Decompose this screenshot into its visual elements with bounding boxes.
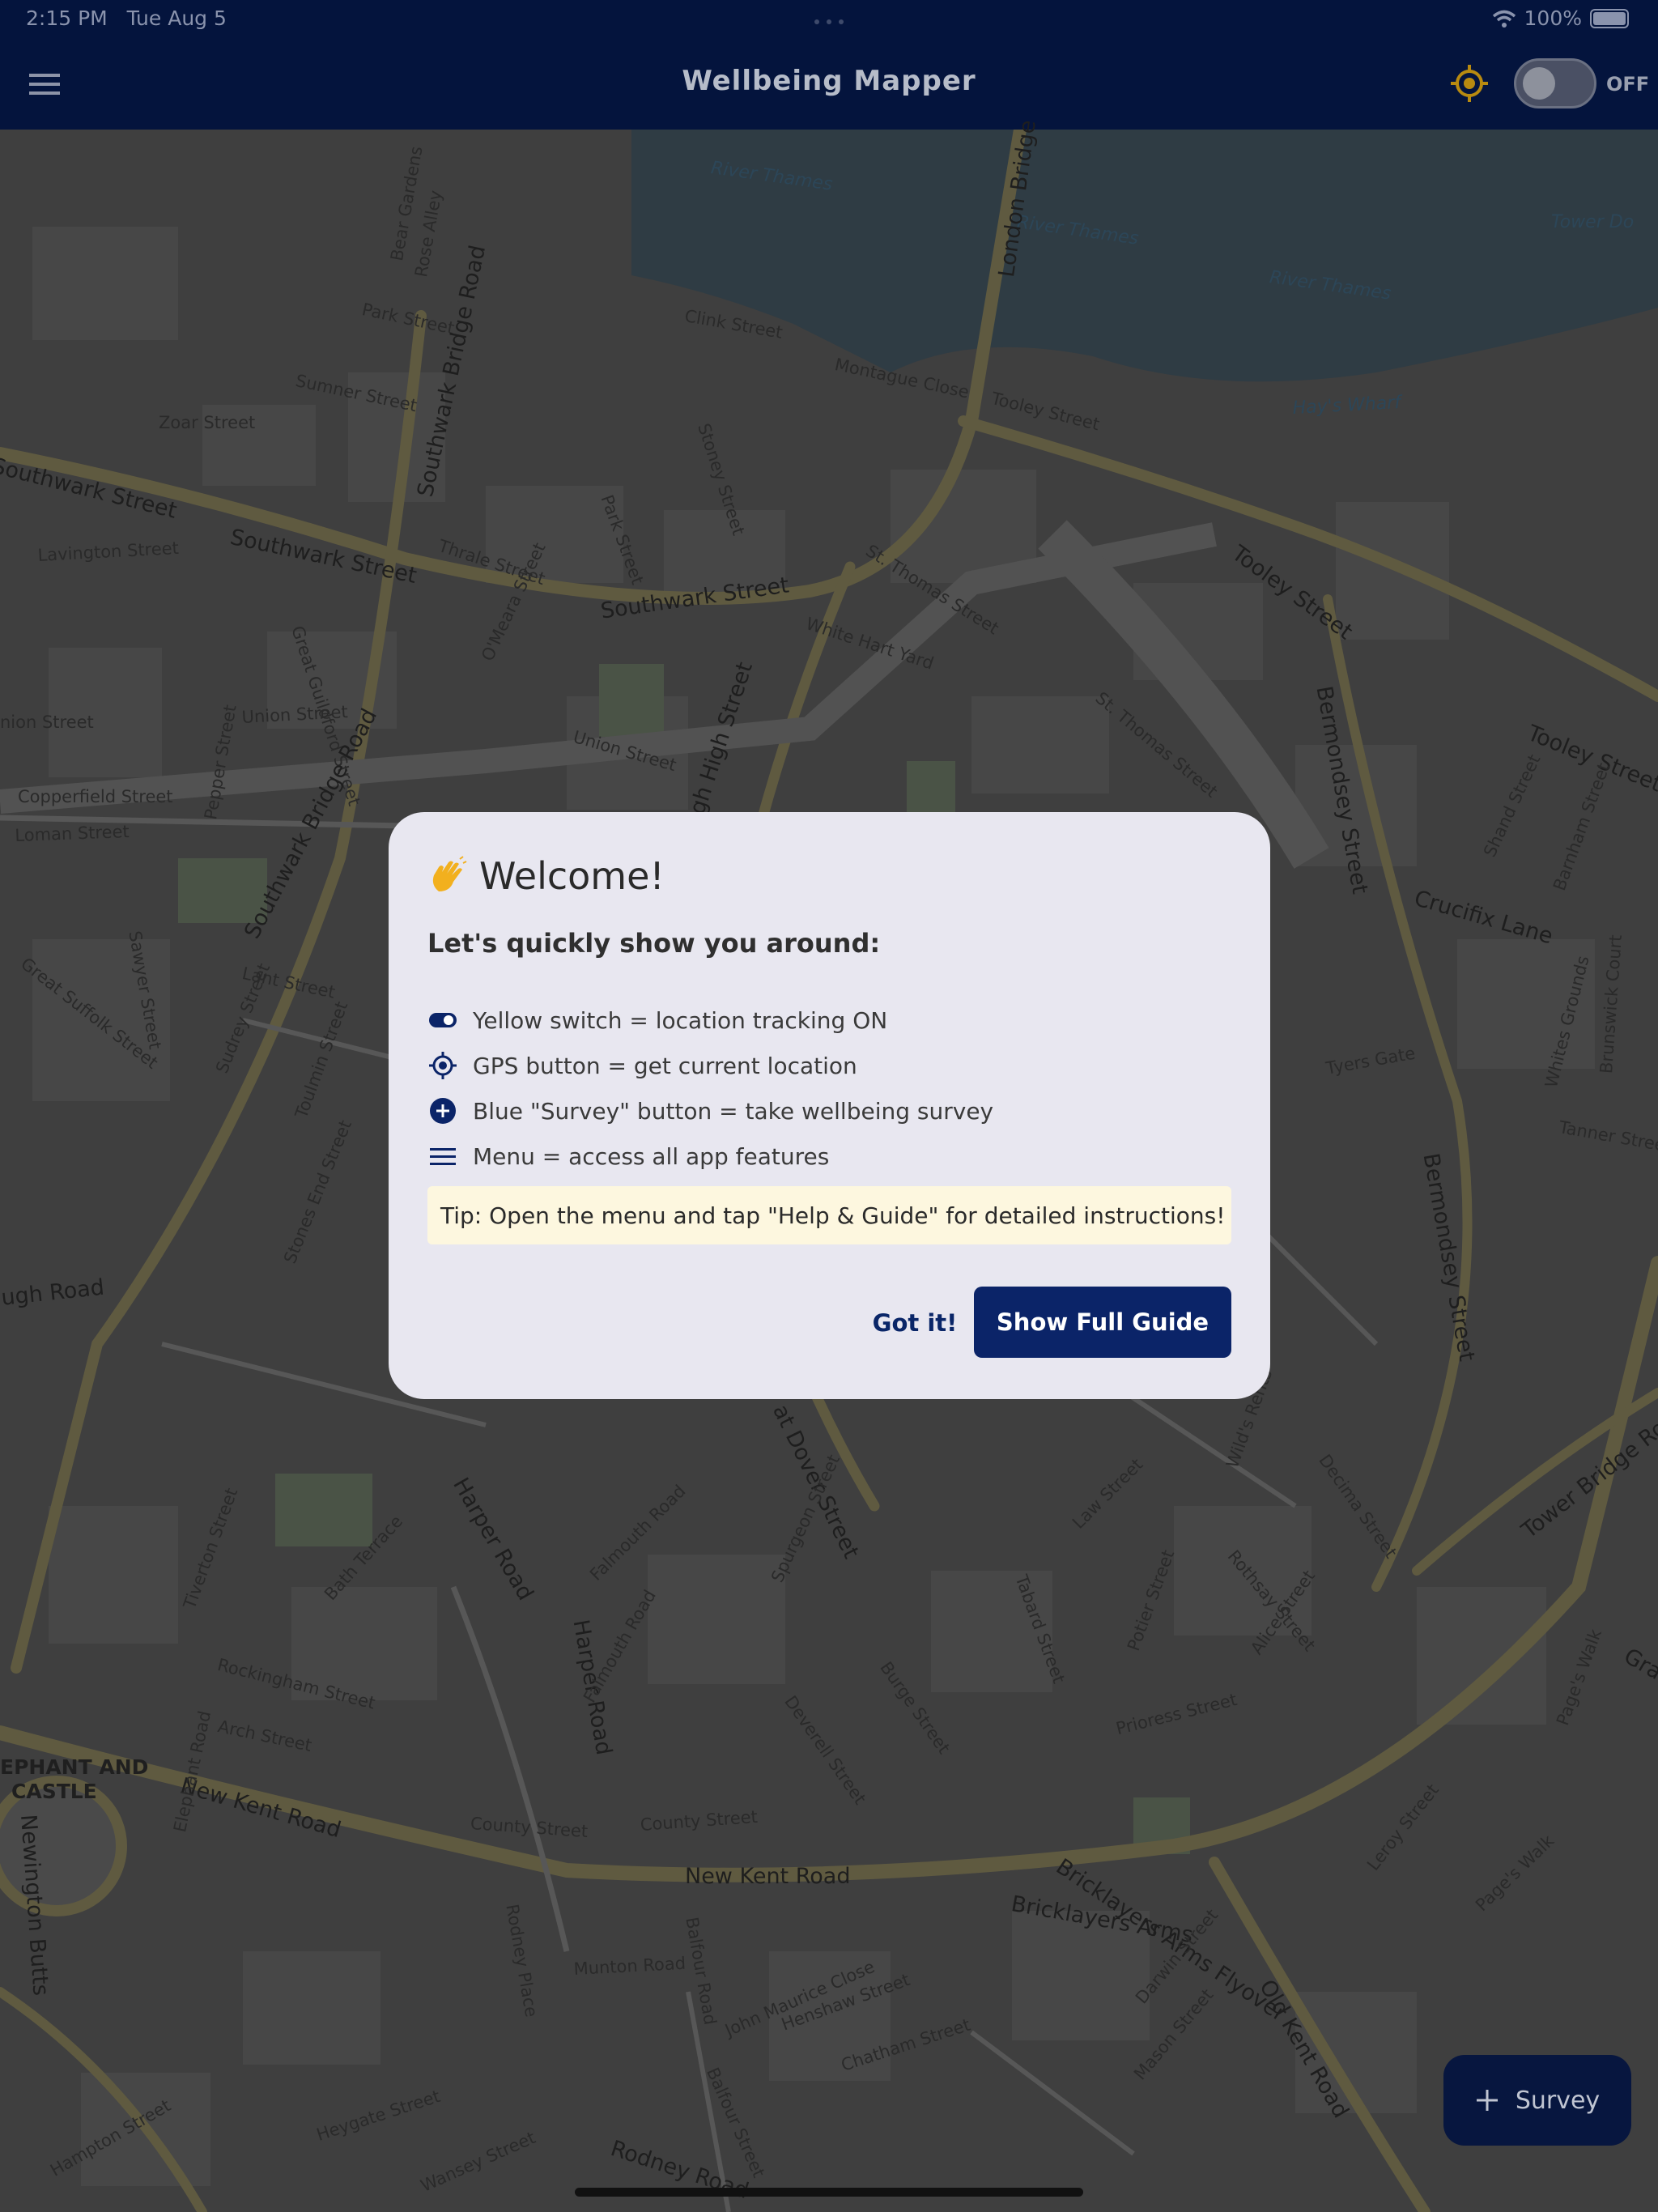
- gps-icon: [427, 1050, 458, 1081]
- tip-banner: Tip: Open the menu and tap "Help & Guide…: [427, 1186, 1231, 1244]
- battery-percent: 100%: [1524, 6, 1582, 30]
- guide-item-text: GPS button = get current location: [473, 1052, 857, 1079]
- map-street-label: CASTLE: [11, 1780, 97, 1803]
- guide-item-text: Yellow switch = location tracking ON: [473, 1006, 888, 1034]
- status-right: 100%: [1492, 6, 1629, 30]
- waving-hand-icon: [432, 856, 467, 891]
- show-full-guide-button[interactable]: Show Full Guide: [974, 1287, 1231, 1358]
- toggle-knob: [1523, 67, 1555, 100]
- guide-item-survey: Blue "Survey" button = take wellbeing su…: [427, 1095, 993, 1126]
- status-bar: 2:15 PM Tue Aug 5 100%: [0, 6, 1658, 39]
- guide-item-toggle: Yellow switch = location tracking ON: [427, 1005, 887, 1036]
- map-street-label: Tower Do: [1551, 212, 1635, 232]
- survey-button[interactable]: Survey: [1443, 2055, 1631, 2146]
- guide-item-text: Menu = access all app features: [473, 1142, 830, 1170]
- welcome-dialog: Welcome! Let's quickly show you around: …: [389, 812, 1270, 1399]
- map-street-label: EPHANT AND: [0, 1755, 149, 1779]
- home-indicator[interactable]: [575, 2188, 1083, 2197]
- guide-item-gps: GPS button = get current location: [427, 1050, 857, 1081]
- map-street-label: New Kent Road: [685, 1864, 851, 1889]
- survey-button-label: Survey: [1515, 2086, 1601, 2115]
- map-street-label: nion Street: [0, 713, 94, 732]
- map-street-label: Zoar Street: [159, 413, 256, 432]
- guide-item-menu: Menu = access all app features: [427, 1141, 829, 1172]
- map-street-label: Copperfield Street: [18, 787, 173, 806]
- map-street-label: Loman Street: [15, 822, 130, 845]
- app-title: Wellbeing Mapper: [682, 65, 976, 97]
- status-time: 2:15 PM Tue Aug 5: [26, 6, 227, 30]
- guide-item-text: Blue "Survey" button = take wellbeing su…: [473, 1097, 994, 1125]
- menu-icon: [427, 1141, 458, 1172]
- got-it-button[interactable]: Got it!: [858, 1288, 971, 1358]
- toggle-icon: [427, 1005, 458, 1036]
- tracking-toggle-state: OFF: [1606, 73, 1650, 96]
- dialog-title-row: Welcome!: [427, 854, 665, 898]
- battery-icon: [1590, 8, 1629, 28]
- gps-icon[interactable]: [1449, 63, 1490, 104]
- multitask-dots-icon[interactable]: [813, 18, 845, 26]
- dialog-subtitle: Let's quickly show you around:: [427, 928, 881, 959]
- tracking-toggle[interactable]: [1514, 58, 1596, 108]
- plus-icon: [1476, 2090, 1498, 2111]
- app-top-bar: 2:15 PM Tue Aug 5 100% Wellbeing Mapper …: [0, 0, 1658, 130]
- add-circle-icon: [427, 1095, 458, 1126]
- wifi-icon: [1492, 10, 1516, 28]
- dialog-title: Welcome!: [479, 854, 665, 898]
